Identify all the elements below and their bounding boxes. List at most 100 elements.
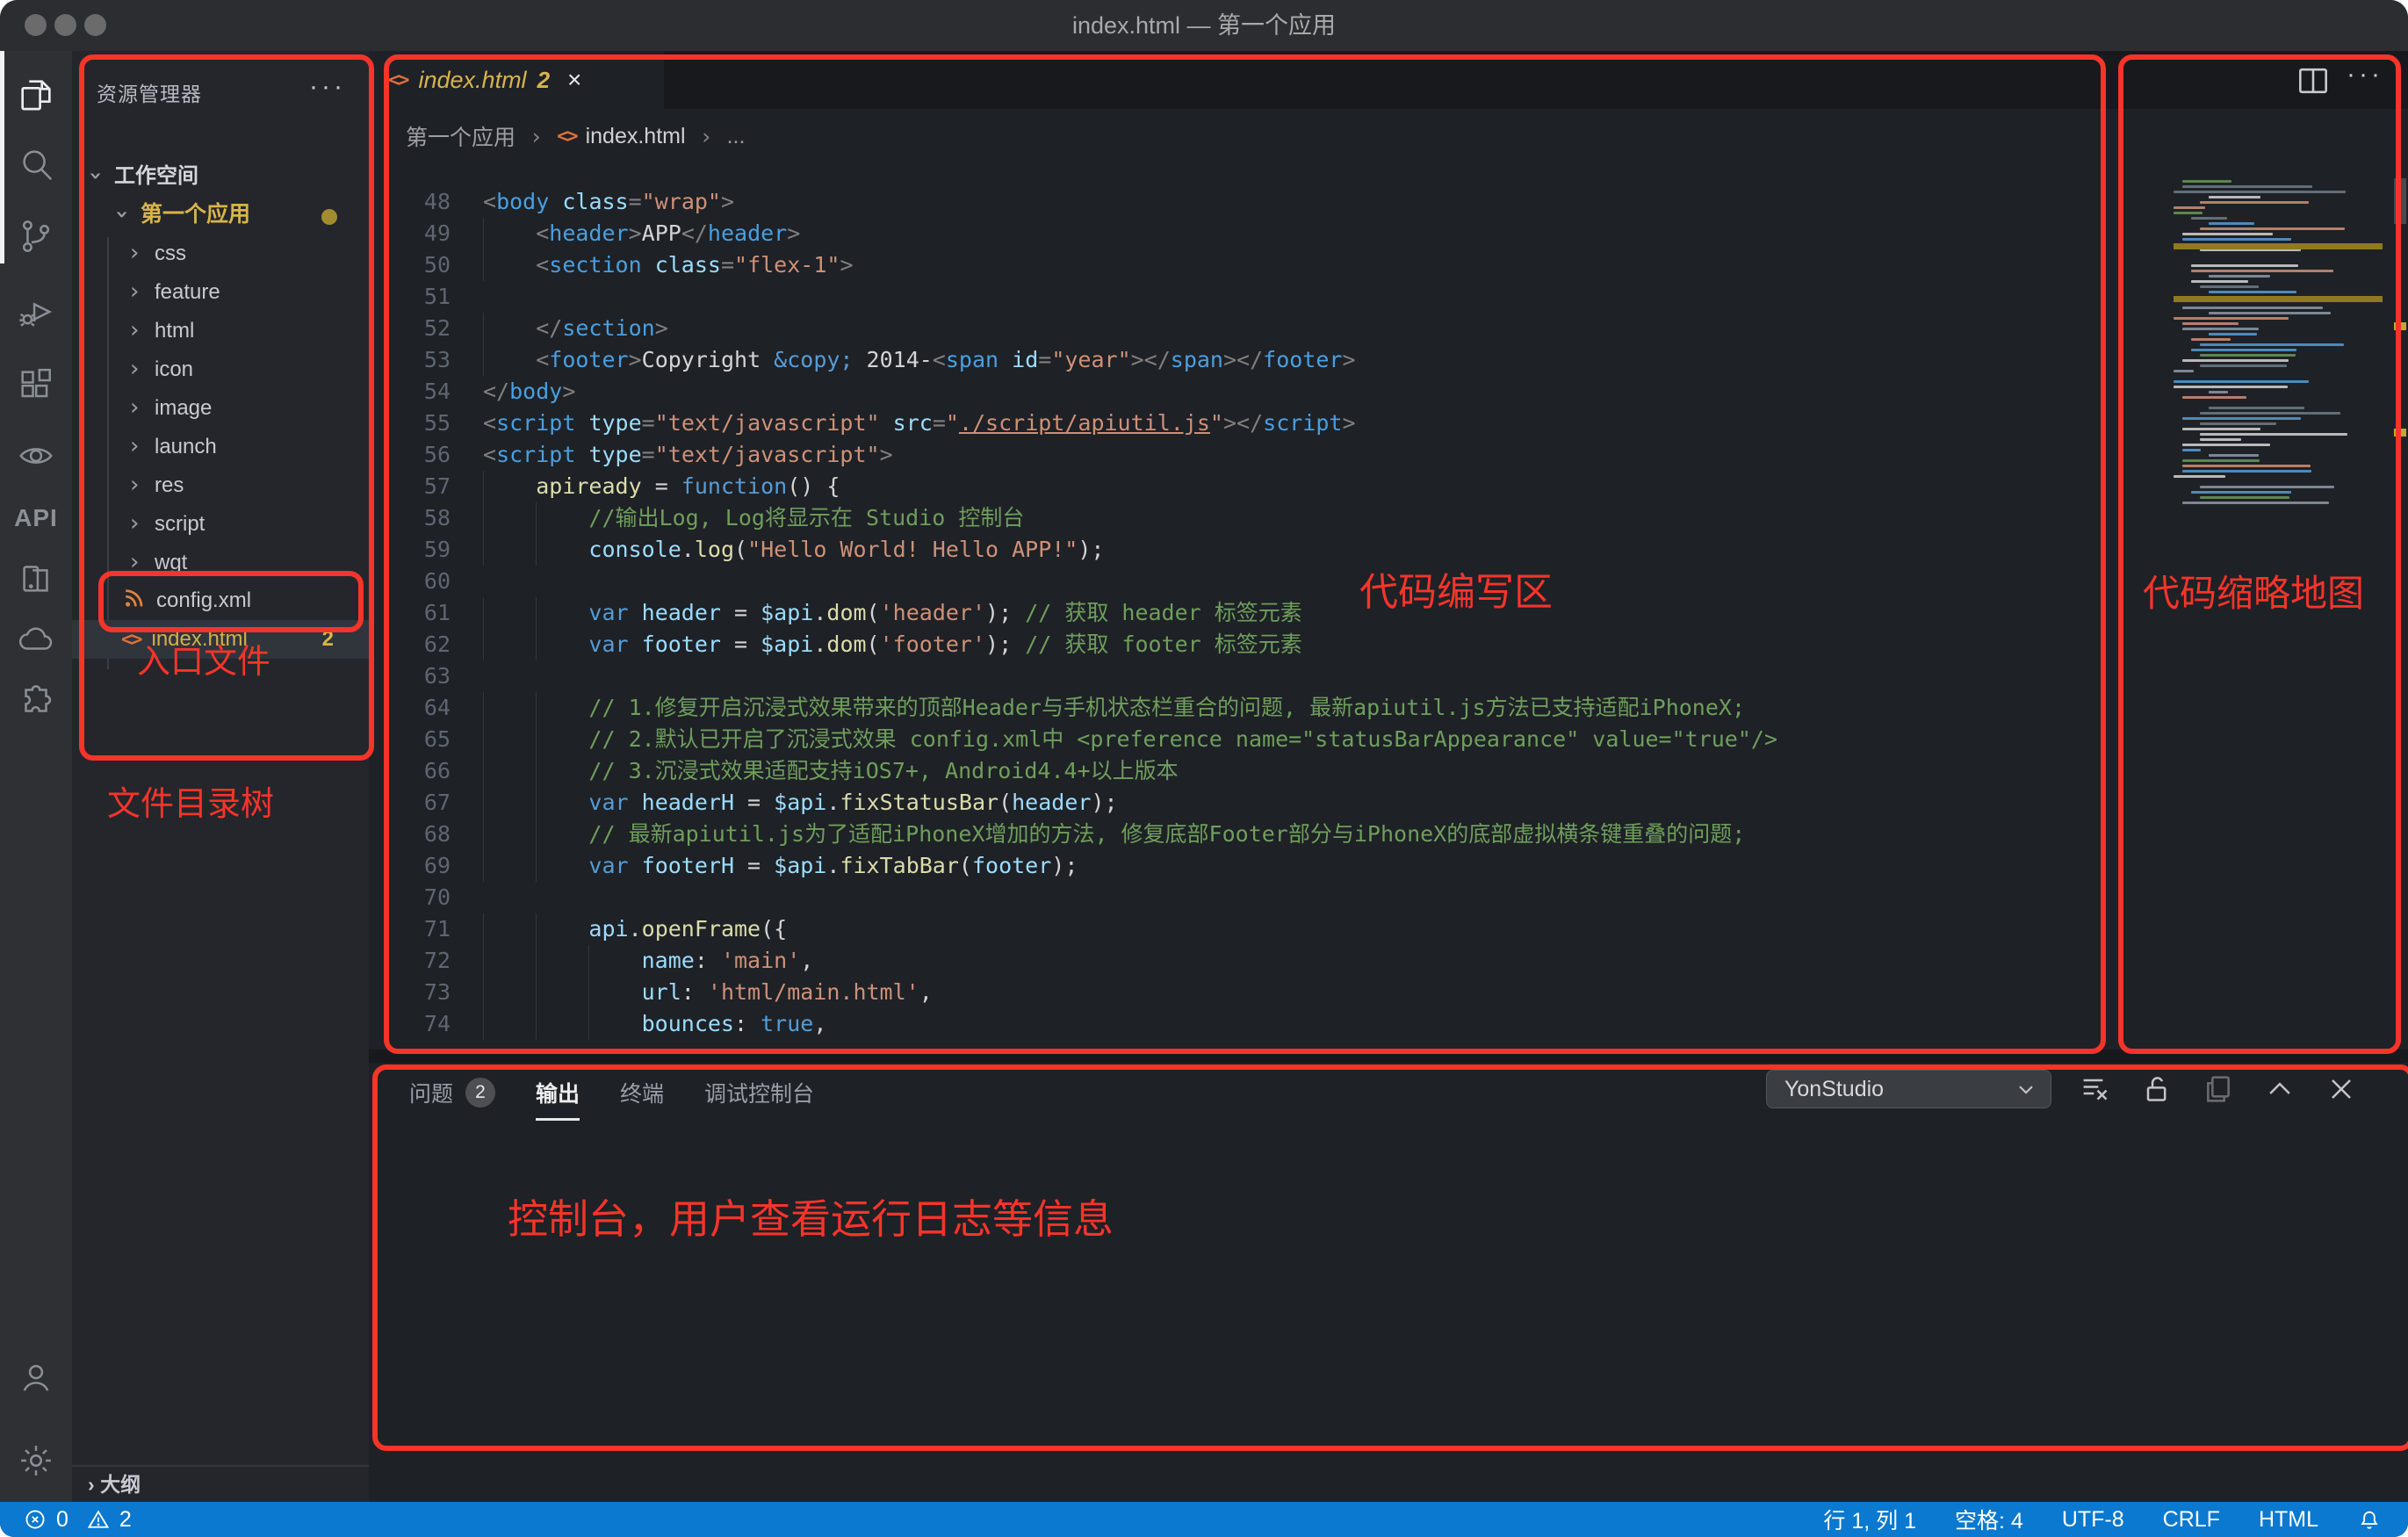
code-line-64[interactable]: 64 // 1.修复开启沉浸式效果带来的顶部Header与手机状态栏重合的问题,…	[369, 692, 2134, 724]
source-control-icon[interactable]	[0, 208, 72, 264]
status-cursor-position[interactable]: 行 1, 列 1	[1823, 1504, 1916, 1535]
scrollbar-thumb[interactable]	[2394, 178, 2406, 224]
breadcrumb-project[interactable]: 第一个应用	[406, 120, 515, 152]
code-line-62[interactable]: 62 var footer = $api.dom('footer'); // 获…	[369, 629, 2134, 660]
extensions-icon[interactable]	[0, 357, 72, 413]
modified-dot-icon	[321, 209, 337, 225]
tree-item-folder-script[interactable]: ›script	[72, 504, 369, 543]
minimap-line	[2182, 238, 2291, 241]
tab-close-icon[interactable]: ×	[567, 66, 581, 94]
minimap-line	[2182, 444, 2270, 446]
breadcrumb-more[interactable]: ...	[727, 124, 746, 149]
code-line-68[interactable]: 68 // 最新apiutil.js为了适配iPhoneX增加的方法, 修复底部…	[369, 819, 2134, 850]
close-panel-icon[interactable]	[2324, 1072, 2359, 1107]
panel-tab-label: 终端	[620, 1077, 664, 1108]
panel-tab-调试控制台[interactable]: 调试控制台	[704, 1077, 814, 1108]
tree-item-workspace[interactable]: ›工作空间	[72, 156, 369, 195]
outline-section[interactable]: › 大纲	[72, 1465, 369, 1502]
minimap-line	[2191, 270, 2333, 272]
cloud-icon[interactable]	[0, 611, 72, 667]
tab-strip: <> index.html 2 × ···	[369, 51, 2408, 109]
account-icon[interactable]	[0, 1349, 72, 1405]
line-number: 52	[369, 313, 451, 344]
code-line-66[interactable]: 66 // 3.沉浸式效果适配支持iOS7+, Android4.4+以上版本	[369, 755, 2134, 787]
code-line-58[interactable]: 58 //输出Log, Log将显示在 Studio 控制台	[369, 502, 2134, 534]
code-line-57[interactable]: 57 apiready = function() {	[369, 471, 2134, 502]
minimap-line	[2191, 280, 2248, 283]
app-window: index.html — 第一个应用 API	[0, 0, 2408, 1537]
code-line-52[interactable]: 52 </section>	[369, 313, 2134, 344]
minimap-line	[2209, 275, 2270, 278]
line-number: 72	[369, 945, 451, 977]
tree-item-file-index.html[interactable]: <>index.html2	[72, 620, 369, 659]
code-line-53[interactable]: 53 <footer>Copyright &copy; 2014-<span i…	[369, 344, 2134, 376]
minimap-line	[2182, 322, 2239, 325]
tree-item-folder-icon[interactable]: ›icon	[72, 350, 369, 388]
tree-item-project[interactable]: ›第一个应用	[72, 195, 369, 234]
clear-output-icon[interactable]	[2078, 1072, 2113, 1107]
code-line-73[interactable]: 73 url: 'html/main.html',	[369, 977, 2134, 1008]
problems-status[interactable]: 0 2	[0, 1507, 132, 1533]
code-line-51[interactable]: 51	[369, 281, 2134, 313]
maximize-panel-icon[interactable]	[2262, 1072, 2297, 1107]
open-in-editor-icon[interactable]	[2201, 1072, 2236, 1107]
code-line-65[interactable]: 65 // 2.默认已开启了沉浸式效果 config.xml中 <prefere…	[369, 724, 2134, 755]
code-line-56[interactable]: 56<script type="text/javascript">	[369, 439, 2134, 471]
panel-tab-终端[interactable]: 终端	[620, 1077, 664, 1108]
code-line-60[interactable]: 60	[369, 566, 2134, 597]
code-line-59[interactable]: 59 console.log("Hello World! Hello APP!"…	[369, 534, 2134, 566]
code-line-54[interactable]: 54</body>	[369, 376, 2134, 408]
indent-guide	[483, 502, 484, 534]
preview-eye-icon[interactable]	[0, 427, 72, 483]
search-icon[interactable]	[0, 137, 72, 193]
code-line-72[interactable]: 72 name: 'main',	[369, 945, 2134, 977]
tree-item-folder-css[interactable]: ›css	[72, 234, 369, 272]
code-line-67[interactable]: 67 var headerH = $api.fixStatusBar(heade…	[369, 787, 2134, 819]
run-debug-icon[interactable]	[0, 284, 72, 340]
device-icon[interactable]	[0, 550, 72, 606]
status-encoding[interactable]: UTF-8	[2062, 1507, 2124, 1533]
breadcrumb[interactable]: 第一个应用 › <> index.html › ...	[369, 109, 2408, 163]
code-line-71[interactable]: 71 api.openFrame({	[369, 913, 2134, 945]
lock-scroll-icon[interactable]	[2139, 1072, 2174, 1107]
html-file-icon: <>	[388, 69, 408, 91]
tree-item-folder-feature[interactable]: ›feature	[72, 272, 369, 311]
settings-gear-icon[interactable]	[0, 1432, 72, 1489]
explorer-actions-icon[interactable]: ···	[309, 72, 346, 102]
api-icon[interactable]: API	[0, 490, 72, 546]
explorer-icon[interactable]	[0, 67, 72, 123]
panel-tab-输出[interactable]: 输出	[536, 1077, 580, 1108]
indent-guide	[483, 629, 484, 660]
code-line-49[interactable]: 49 <header>APP</header>	[369, 218, 2134, 249]
status-eol[interactable]: CRLF	[2163, 1507, 2220, 1533]
output-channel-select[interactable]: YonStudio	[1766, 1070, 2051, 1108]
tree-item-folder-res[interactable]: ›res	[72, 465, 369, 504]
minimap[interactable]	[2174, 180, 2383, 558]
indent-guide	[483, 724, 484, 755]
tree-item-file-config.xml[interactable]: config.xml	[72, 581, 369, 620]
code-line-70[interactable]: 70	[369, 882, 2134, 913]
code-line-55[interactable]: 55<script type="text/javascript" src="./…	[369, 408, 2134, 439]
line-number: 67	[369, 787, 451, 819]
code-line-63[interactable]: 63	[369, 660, 2134, 692]
code-editor[interactable]: 48<body class="wrap">49 <header>APP</hea…	[369, 186, 2134, 1040]
tree-item-folder-wgt[interactable]: ›wgt	[72, 543, 369, 581]
tree-item-folder-image[interactable]: ›image	[72, 388, 369, 427]
status-language-mode[interactable]: HTML	[2259, 1507, 2318, 1533]
code-line-50[interactable]: 50 <section class="flex-1">	[369, 249, 2134, 281]
status-indentation[interactable]: 空格: 4	[1955, 1504, 2023, 1535]
plugin-icon[interactable]	[0, 673, 72, 729]
breadcrumb-file[interactable]: index.html	[586, 124, 686, 149]
notifications-bell-icon[interactable]	[2357, 1506, 2382, 1532]
code-line-48[interactable]: 48<body class="wrap">	[369, 186, 2134, 218]
tree-item-folder-html[interactable]: ›html	[72, 311, 369, 350]
tree-item-folder-launch[interactable]: ›launch	[72, 427, 369, 465]
code-line-61[interactable]: 61 var header = $api.dom('header'); // 获…	[369, 597, 2134, 629]
minimap-line	[2182, 180, 2231, 183]
editor-more-actions-icon[interactable]: ···	[2347, 60, 2383, 90]
split-editor-icon[interactable]	[2294, 61, 2332, 100]
code-line-69[interactable]: 69 var footerH = $api.fixTabBar(footer);	[369, 850, 2134, 882]
panel-tab-问题[interactable]: 问题2	[409, 1077, 495, 1108]
tab-index-html[interactable]: <> index.html 2 ×	[369, 51, 664, 109]
code-line-74[interactable]: 74 bounces: true,	[369, 1008, 2134, 1040]
